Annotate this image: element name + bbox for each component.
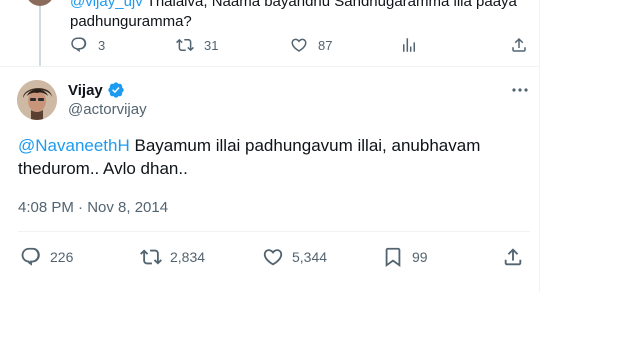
retweet-icon bbox=[176, 38, 194, 52]
parent-tweet-text: @vijay_ujv Thalaiva, Naama bayandhu Sand… bbox=[70, 0, 530, 32]
verified-badge-icon bbox=[108, 82, 124, 98]
parent-retweet-button[interactable]: 31 bbox=[176, 36, 218, 54]
like-icon bbox=[291, 38, 307, 52]
author-avatar[interactable] bbox=[17, 80, 57, 120]
bookmark-icon bbox=[385, 247, 401, 268]
tweet-timestamp[interactable]: 4:08 PM · Nov 8, 2014 bbox=[18, 199, 168, 216]
reply-icon bbox=[21, 247, 40, 266]
share-icon bbox=[512, 37, 526, 52]
tweet-action-bar: 226 2,834 5,344 99 bbox=[16, 246, 536, 272]
parent-reply-count: 3 bbox=[98, 37, 106, 53]
parent-text-line1: Thalaiva, Naama bayandhu Sandhugaramma i… bbox=[142, 0, 517, 10]
parent-analytics-button[interactable] bbox=[400, 36, 418, 54]
retweet-count: 2,834 bbox=[170, 249, 206, 265]
tweet-text: @NavaneethH Bayamum illai padhungavum il… bbox=[18, 134, 518, 180]
reply-icon bbox=[71, 37, 87, 53]
action-bar-divider bbox=[18, 231, 530, 232]
like-button[interactable]: 5,344 bbox=[262, 246, 327, 268]
tweet-divider bbox=[0, 66, 539, 67]
mention-link[interactable]: @NavaneethH bbox=[18, 136, 130, 155]
retweet-icon bbox=[140, 249, 162, 265]
parent-text-line2: padhunguramma? bbox=[70, 13, 192, 30]
retweet-button[interactable]: 2,834 bbox=[140, 246, 205, 268]
avatar-image bbox=[17, 80, 57, 120]
bookmark-button[interactable]: 99 bbox=[382, 246, 428, 268]
panel-border bbox=[539, 0, 540, 292]
parent-reply-button[interactable]: 3 bbox=[70, 36, 105, 54]
parent-like-count: 87 bbox=[318, 37, 333, 53]
reply-count: 226 bbox=[50, 249, 74, 265]
parent-share-button[interactable] bbox=[510, 36, 528, 54]
bookmark-count: 99 bbox=[412, 249, 428, 265]
thread-connector-line bbox=[39, 6, 41, 66]
analytics-icon bbox=[403, 38, 415, 52]
like-count: 5,344 bbox=[292, 249, 328, 265]
share-icon bbox=[504, 248, 522, 266]
author-handle[interactable]: @actorvijay bbox=[68, 101, 147, 118]
share-button[interactable] bbox=[502, 246, 524, 268]
like-icon bbox=[263, 249, 283, 266]
more-options-icon[interactable] bbox=[509, 83, 531, 97]
parent-action-bar: 3 31 87 bbox=[62, 36, 532, 58]
author-name-row[interactable]: Vijay bbox=[68, 81, 125, 99]
parent-like-button[interactable]: 87 bbox=[290, 36, 332, 54]
author-display-name[interactable]: Vijay bbox=[68, 82, 103, 99]
parent-retweet-count: 31 bbox=[204, 37, 219, 53]
tweet-thread-panel: @vijay_ujv Thalaiva, Naama bayandhu Sand… bbox=[0, 0, 540, 292]
reply-button[interactable]: 226 bbox=[20, 246, 73, 268]
parent-mention-link[interactable]: @vijay_ujv bbox=[70, 0, 143, 10]
